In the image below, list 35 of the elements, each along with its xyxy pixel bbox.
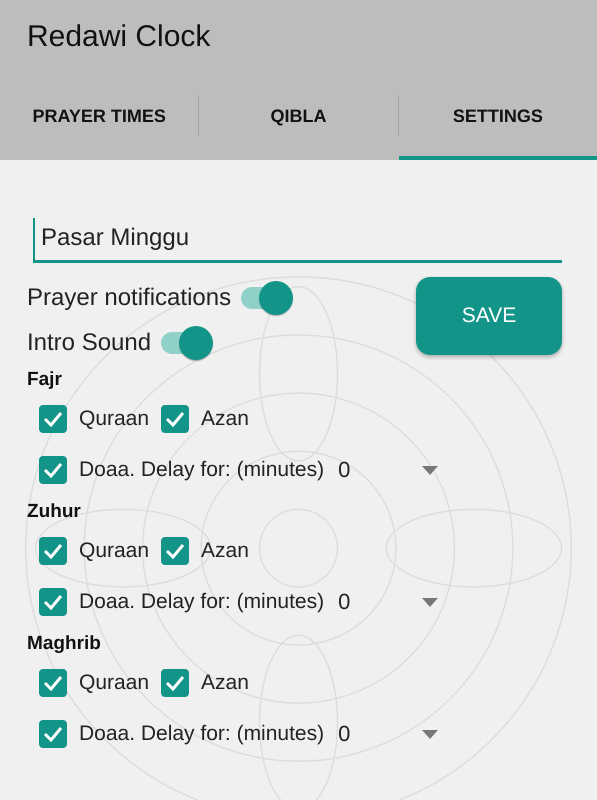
- delay-dropdown[interactable]: 0: [338, 589, 438, 615]
- checkbox-label: Quraan: [79, 407, 150, 431]
- toggle-label: Intro Sound: [27, 328, 152, 356]
- checkbox-label: Azan: [201, 671, 249, 695]
- prayer-name: Fajr: [27, 369, 63, 392]
- tab[interactable]: QIBLA: [199, 72, 398, 160]
- checkbox[interactable]: [39, 588, 67, 616]
- checkbox-label: Quraan: [79, 671, 150, 695]
- delay-dropdown[interactable]: 0: [338, 721, 438, 747]
- checkbox[interactable]: [161, 537, 190, 565]
- app-title: Redawi Clock: [26, 19, 212, 55]
- checkbox-label: Doaa. Delay for: (minutes): [79, 590, 324, 614]
- checkbox[interactable]: [39, 456, 67, 484]
- checkbox-label: Quraan: [79, 539, 150, 563]
- prayer-name: Zuhur: [27, 501, 82, 524]
- caret-icon: [422, 598, 438, 606]
- checkbox[interactable]: [161, 405, 190, 433]
- checkbox-label: Doaa. Delay for: (minutes): [79, 458, 324, 482]
- checkbox[interactable]: [161, 669, 190, 697]
- prayer-name: Maghrib: [27, 633, 102, 656]
- tab[interactable]: PRAYER TIMES: [0, 72, 198, 160]
- checkbox[interactable]: [39, 405, 67, 433]
- save-button[interactable]: SAVE: [416, 277, 562, 355]
- city-input-field[interactable]: Pasar Minggu: [33, 218, 562, 263]
- delay-dropdown[interactable]: 0: [338, 457, 438, 483]
- checkbox-label: Azan: [201, 407, 249, 431]
- caret-icon: [422, 730, 438, 738]
- checkbox-label: Azan: [201, 539, 249, 563]
- checkbox[interactable]: [39, 720, 67, 748]
- checkbox[interactable]: [39, 537, 67, 565]
- tab[interactable]: SETTINGS: [398, 72, 597, 160]
- checkbox-label: Doaa. Delay for: (minutes): [79, 722, 324, 746]
- checkbox[interactable]: [39, 669, 67, 697]
- toggle-label: Prayer notifications: [27, 284, 232, 312]
- caret-icon: [422, 466, 438, 474]
